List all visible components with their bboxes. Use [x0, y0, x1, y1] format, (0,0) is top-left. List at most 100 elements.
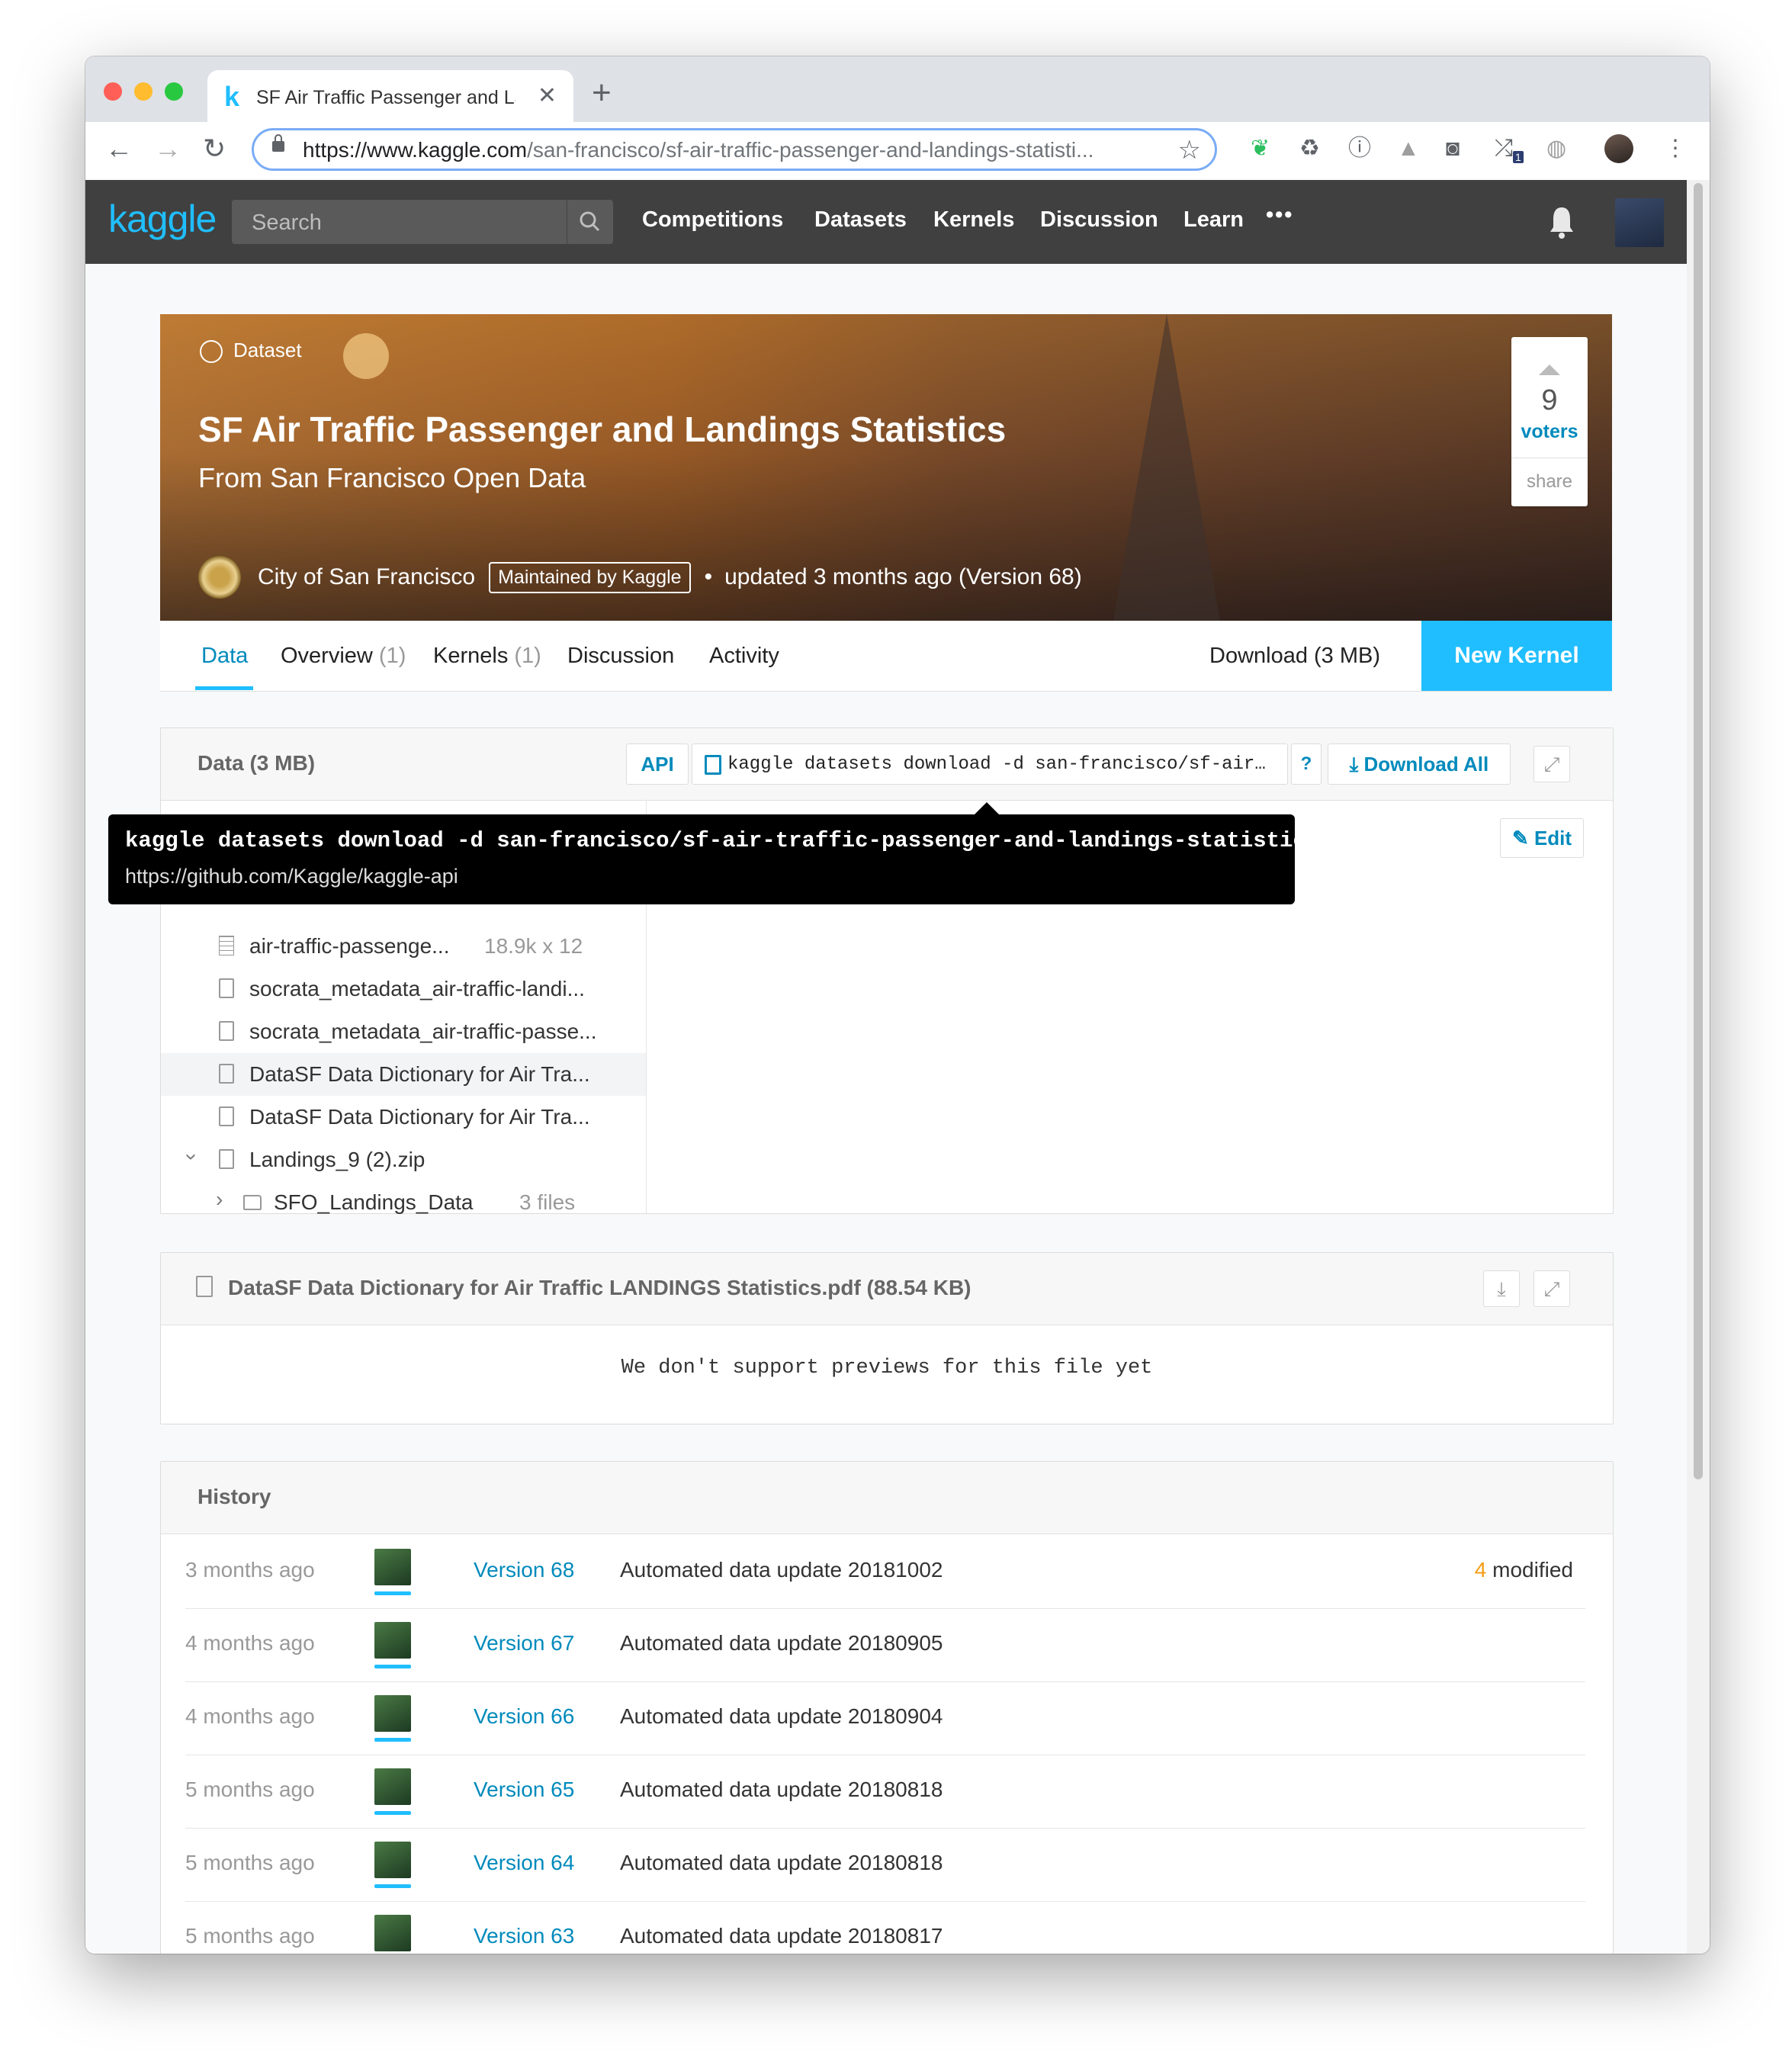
expand-icon[interactable]: ⤢: [1533, 746, 1570, 782]
download-file-icon[interactable]: ⤓: [1483, 1270, 1520, 1307]
avatar[interactable]: [374, 1768, 411, 1815]
shuffle-icon[interactable]: ⤮ 1: [1495, 137, 1524, 163]
tab-activity[interactable]: Activity: [709, 644, 779, 669]
nav-kernels[interactable]: Kernels: [933, 207, 1014, 233]
vote-box: 9 voters share: [1511, 337, 1588, 506]
maintained-badge: Maintained by Kaggle: [489, 561, 691, 593]
history-panel: History 3 months ago Version 68 Automate…: [160, 1461, 1614, 1954]
tab-overview[interactable]: Overview (1): [281, 644, 406, 669]
notifications-bell-icon[interactable]: [1548, 203, 1575, 241]
expand-icon[interactable]: ⤢: [1533, 1270, 1570, 1307]
city-seal-avatar[interactable]: [198, 556, 241, 599]
file-text-icon: [219, 1021, 234, 1041]
new-kernel-button[interactable]: New Kernel: [1421, 621, 1612, 691]
globe-icon[interactable]: ◍: [1546, 137, 1566, 160]
avatar[interactable]: [374, 1915, 411, 1951]
download-all-button[interactable]: ⤓ Download All: [1328, 743, 1511, 785]
nav-datasets[interactable]: Datasets: [814, 207, 907, 233]
kaggle-logo[interactable]: kaggle: [108, 197, 217, 241]
file-icon: [219, 1064, 234, 1084]
copy-icon[interactable]: [705, 755, 721, 775]
api-command-tooltip: kaggle datasets download -d san-francisc…: [108, 802, 1319, 904]
version-link[interactable]: Version 63: [474, 1924, 574, 1948]
updated-text: updated 3 months ago (Version 68): [724, 564, 1082, 589]
search-button[interactable]: [567, 200, 613, 244]
api-command-box[interactable]: kaggle datasets download -d san-francisc…: [692, 743, 1288, 785]
tooltip-command: kaggle datasets download -d san-francisc…: [125, 828, 1320, 853]
camera-icon[interactable]: ◙: [1446, 137, 1460, 160]
upvote-arrow-icon[interactable]: [1539, 365, 1560, 375]
info-icon[interactable]: ⓘ: [1348, 137, 1371, 160]
avatar[interactable]: [374, 1842, 411, 1888]
file-row-selected[interactable]: DataSF Data Dictionary for Air Tra...: [161, 1053, 646, 1096]
version-link[interactable]: Version 65: [474, 1778, 574, 1802]
owner-name[interactable]: City of San Francisco: [258, 564, 475, 590]
nav-learn[interactable]: Learn: [1183, 207, 1244, 233]
api-button[interactable]: API: [626, 743, 689, 785]
version-link[interactable]: Version 66: [474, 1704, 574, 1729]
data-panel: Data (3 MB) API kaggle datasets download…: [160, 727, 1614, 1214]
scrollbar-thumb[interactable]: [1694, 183, 1703, 1479]
tab-title: SF Air Traffic Passenger and La: [256, 87, 515, 108]
drive-icon[interactable]: ▲: [1397, 137, 1420, 160]
folder-row[interactable]: › SFO_Landings_Data 3 files: [161, 1181, 646, 1224]
modified-count[interactable]: 4 modified: [1475, 1558, 1573, 1582]
data-panel-title: Data (3 MB): [198, 751, 316, 775]
page-content: Dataset SF Air Traffic Passenger and Lan…: [85, 264, 1687, 1954]
api-help-button[interactable]: ?: [1291, 743, 1322, 785]
file-icon: [219, 1106, 234, 1126]
nav-discussion[interactable]: Discussion: [1040, 207, 1158, 233]
tab-kernels[interactable]: Kernels (1): [433, 644, 541, 669]
address-bar[interactable]: https://www.kaggle.com/san-francisco/sf-…: [252, 128, 1217, 171]
tab-discussion[interactable]: Discussion: [567, 644, 674, 669]
folder-icon: [243, 1195, 262, 1210]
close-tab-icon[interactable]: ✕: [538, 82, 557, 109]
file-preview-panel: DataSF Data Dictionary for Air Traffic L…: [160, 1252, 1614, 1424]
version-link[interactable]: Version 64: [474, 1851, 574, 1875]
page-scrollbar[interactable]: [1687, 180, 1710, 1954]
back-button[interactable]: ←: [105, 133, 133, 165]
version-link[interactable]: Version 67: [474, 1631, 574, 1656]
recycle-icon[interactable]: ♻: [1299, 137, 1320, 160]
evernote-icon[interactable]: ❦: [1251, 137, 1270, 160]
url-text: https://www.kaggle.com/san-francisco/sf-…: [303, 138, 1094, 162]
voters-link[interactable]: voters: [1511, 421, 1588, 443]
dataset-tabs: Data Overview (1) Kernels (1) Discussion…: [160, 621, 1612, 692]
nav-competitions[interactable]: Competitions: [642, 207, 783, 233]
file-row[interactable]: air-traffic-passenge... 18.9k x 12: [161, 925, 646, 968]
avatar[interactable]: [374, 1549, 411, 1595]
nav-more[interactable]: •••: [1266, 203, 1293, 228]
chevron-right-icon[interactable]: ›: [216, 1187, 223, 1212]
browser-tab[interactable]: k SF Air Traffic Passenger and La ✕: [207, 70, 573, 122]
tab-data[interactable]: Data: [201, 644, 248, 669]
pencil-icon: ✎: [1511, 827, 1534, 849]
maximize-window-button[interactable]: [165, 82, 183, 101]
reload-button[interactable]: ↻: [203, 133, 226, 165]
history-panel-header: History: [161, 1462, 1613, 1534]
avatar[interactable]: [374, 1622, 411, 1668]
chevron-down-icon[interactable]: ›: [180, 1153, 204, 1160]
menu-kebab-icon[interactable]: ⋮: [1664, 137, 1687, 160]
download-link[interactable]: Download (3 MB): [1209, 644, 1380, 669]
edit-button[interactable]: ✎ Edit: [1500, 818, 1584, 858]
minimize-window-button[interactable]: [134, 82, 153, 101]
new-tab-button[interactable]: +: [592, 76, 612, 110]
share-button[interactable]: share: [1511, 471, 1588, 493]
history-row: 4 months ago Version 66 Automated data u…: [185, 1681, 1585, 1755]
dataset-subtitle: From San Francisco Open Data: [198, 462, 586, 493]
user-avatar[interactable]: [1615, 198, 1664, 247]
history-title: History: [198, 1485, 271, 1508]
profile-avatar[interactable]: [1604, 134, 1633, 163]
avatar[interactable]: [374, 1695, 411, 1742]
file-row[interactable]: DataSF Data Dictionary for Air Tra...: [161, 1096, 646, 1138]
file-row[interactable]: socrata_metadata_air-traffic-passe...: [161, 1010, 646, 1053]
search-input[interactable]: Search: [232, 200, 613, 244]
file-row[interactable]: › Landings_9 (2).zip: [161, 1138, 646, 1181]
no-preview-message: We don't support previews for this file …: [621, 1357, 1153, 1379]
bookmark-star-icon[interactable]: ☆: [1178, 135, 1201, 165]
version-link[interactable]: Version 68: [474, 1558, 574, 1582]
zip-icon: [219, 1149, 234, 1169]
close-window-button[interactable]: [104, 82, 122, 101]
file-row[interactable]: socrata_metadata_air-traffic-landi...: [161, 968, 646, 1010]
forward-button[interactable]: →: [154, 133, 181, 165]
